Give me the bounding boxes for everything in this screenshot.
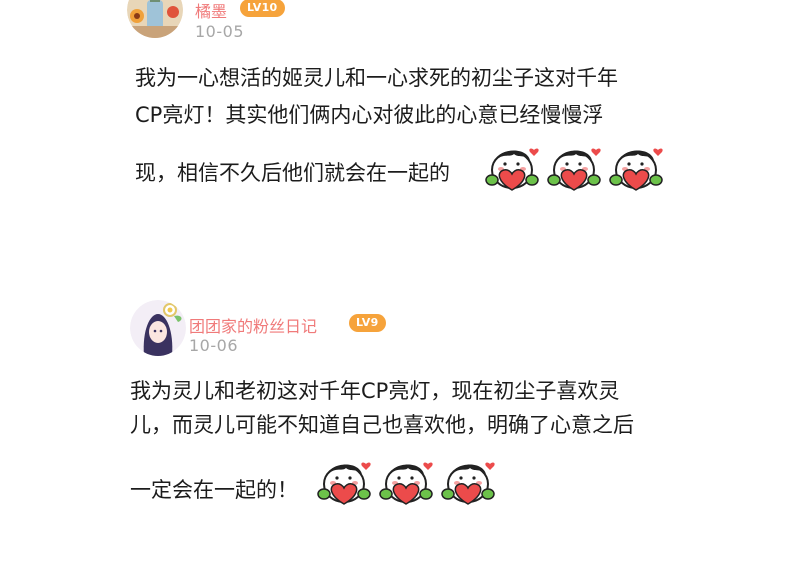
comment-text-line: 一定会在一起的！: [130, 478, 298, 502]
avatar[interactable]: [127, 0, 183, 38]
heart-hug-emoji-icon: [440, 454, 496, 508]
comment-text-line: CP亮灯！其实他们俩内心对彼此的心意已经慢慢浮: [135, 103, 604, 127]
heart-hug-emoji-icon: [378, 454, 434, 508]
emoji-row: [484, 140, 664, 194]
avatar[interactable]: [130, 300, 186, 356]
comment-text-line: 儿，而灵儿可能不知道自己也喜欢他，明确了心意之后: [130, 413, 634, 437]
comment-text-line: 我为一心想活的姬灵儿和一心求死的初尘子这对千年: [135, 66, 618, 90]
emoji-row: [316, 454, 496, 508]
heart-hug-emoji-icon: [316, 454, 372, 508]
username[interactable]: 橘墨: [195, 0, 227, 22]
level-badge: LV9: [349, 314, 386, 332]
comment-date: 10-05: [195, 22, 244, 41]
comment-date: 10-06: [189, 336, 238, 355]
heart-hug-emoji-icon: [546, 140, 602, 194]
heart-hug-emoji-icon: [608, 140, 664, 194]
comment-text-line: 现，相信不久后他们就会在一起的: [135, 161, 450, 185]
comment-text-line: 我为灵儿和老初这对千年CP亮灯，现在初尘子喜欢灵: [130, 379, 620, 403]
username[interactable]: 团团家的粉丝日记: [189, 313, 317, 337]
level-badge: LV10: [240, 0, 285, 17]
heart-hug-emoji-icon: [484, 140, 540, 194]
